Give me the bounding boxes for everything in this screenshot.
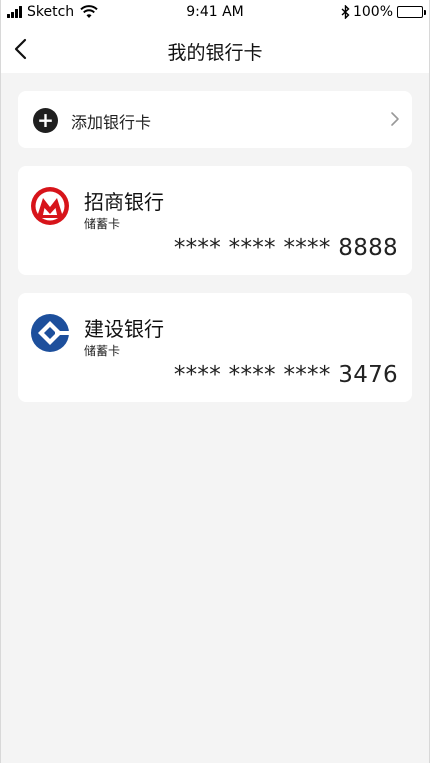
- battery-percent: 100%: [352, 4, 393, 20]
- cmb-logo-icon: [31, 187, 69, 225]
- card-type: 储蓄卡: [84, 344, 121, 358]
- page-title: 我的银行卡: [167, 42, 263, 64]
- status-bar: Sketch 9:41 AM 100%: [1, 0, 429, 26]
- add-bank-card-button[interactable]: + 添加银行卡: [18, 91, 412, 148]
- bank-name: 建设银行: [84, 317, 164, 341]
- status-right: 100%: [341, 4, 426, 20]
- bank-card-cmb[interactable]: 招商银行 储蓄卡 **** **** **** 8888: [18, 166, 412, 275]
- battery-icon: [397, 6, 426, 18]
- bank-card-ccb[interactable]: 建设银行 储蓄卡 **** **** **** 3476: [18, 293, 412, 402]
- bank-name: 招商银行: [84, 190, 164, 214]
- nav-bar: 我的银行卡: [1, 26, 429, 73]
- card-type: 储蓄卡: [84, 217, 121, 231]
- chevron-right-icon: [391, 112, 399, 126]
- ccb-logo-icon: [31, 314, 70, 352]
- plus-circle-icon: +: [33, 108, 58, 133]
- card-number: **** **** **** 8888: [173, 235, 398, 261]
- add-bank-card-label: 添加银行卡: [71, 113, 152, 132]
- card-number: **** **** **** 3476: [173, 362, 398, 388]
- screen: Sketch 9:41 AM 100% 我的银行卡 + 添加银行卡 招商银行 储…: [0, 0, 430, 763]
- bluetooth-icon: [341, 5, 350, 19]
